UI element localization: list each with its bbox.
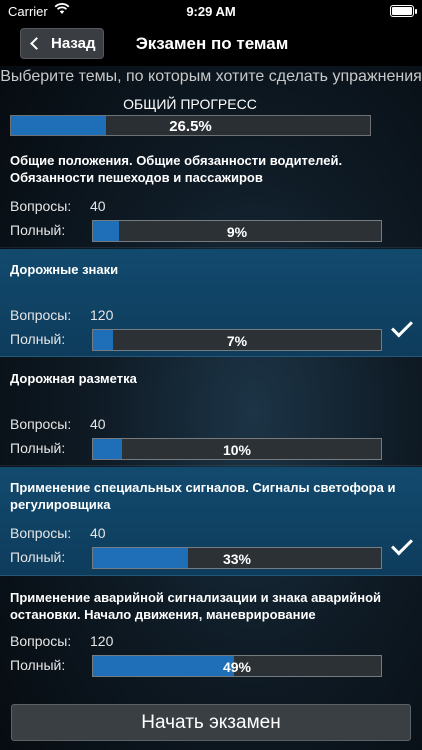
questions-label: Вопросы:: [10, 307, 72, 323]
battery-icon: [390, 5, 417, 17]
topic-progress-bar: 9%: [92, 220, 382, 242]
questions-label: Вопросы:: [10, 198, 72, 214]
complete-label: Полный:: [10, 549, 66, 565]
questions-count: 120: [90, 633, 114, 649]
page-title: Экзамен по темам: [135, 34, 289, 53]
topic-progress-value: 49%: [222, 659, 252, 675]
topic-item[interactable]: Применение специальных сигналов. Сигналы…: [0, 467, 422, 576]
topic-progress-value: 33%: [222, 551, 252, 567]
topic-item[interactable]: Дорожные знаки Вопросы: 120 Полный: 7%: [0, 249, 422, 357]
topic-title: Применение специальных сигналов. Сигналы…: [10, 480, 396, 512]
topic-progress-bar: 7%: [92, 329, 382, 351]
questions-label: Вопросы:: [10, 416, 72, 432]
start-exam-button[interactable]: Начать экзамен: [11, 704, 411, 741]
complete-label: Полный:: [10, 331, 66, 347]
topic-progress-value: 9%: [226, 224, 248, 240]
topic-progress-value: 10%: [222, 442, 252, 458]
topic-progress-bar: 49%: [92, 655, 382, 677]
topic-title: Дорожные знаки: [10, 262, 119, 277]
status-bar: Carrier 9:29 AM: [0, 0, 422, 22]
questions-label: Вопросы:: [10, 525, 72, 541]
overall-progress-label: ОБЩИЙ ПРОГРЕСС: [123, 96, 257, 112]
topic-title: Дорожная разметка: [10, 371, 137, 386]
complete-label: Полный:: [10, 440, 66, 456]
checkmark-icon: [391, 315, 413, 338]
instructions-text: Выберите темы, по которым хотите сделать…: [0, 68, 422, 85]
questions-count: 40: [90, 198, 106, 214]
questions-label: Вопросы:: [10, 633, 72, 649]
topic-progress-bar: 33%: [92, 547, 382, 569]
topic-title: Общие положения. Общие обязанности водит…: [10, 153, 343, 185]
checkmark-icon: [391, 533, 413, 556]
questions-count: 40: [90, 416, 106, 432]
questions-count: 40: [90, 525, 106, 541]
complete-label: Полный:: [10, 222, 66, 238]
topic-progress-bar: 10%: [92, 438, 382, 460]
topic-item[interactable]: Общие положения. Общие обязанности водит…: [0, 140, 422, 248]
overall-progress-value: 26.5%: [169, 118, 212, 135]
clock: 9:29 AM: [186, 4, 236, 19]
topic-item[interactable]: Дорожная разметка Вопросы: 40 Полный: 10…: [0, 358, 422, 466]
complete-label: Полный:: [10, 657, 66, 673]
navigation-bar: Назад Экзамен по темам: [0, 22, 422, 66]
topic-title: Применение аварийной сигнализации и знак…: [10, 590, 382, 622]
back-button[interactable]: Назад: [20, 28, 104, 59]
back-button-label: Назад: [51, 35, 96, 52]
topic-item[interactable]: Применение аварийной сигнализации и знак…: [0, 577, 422, 689]
overall-progress-bar: 26.5%: [10, 115, 371, 136]
questions-count: 120: [90, 307, 114, 323]
topic-progress-value: 7%: [226, 333, 248, 349]
chevron-left-icon: [30, 37, 43, 50]
